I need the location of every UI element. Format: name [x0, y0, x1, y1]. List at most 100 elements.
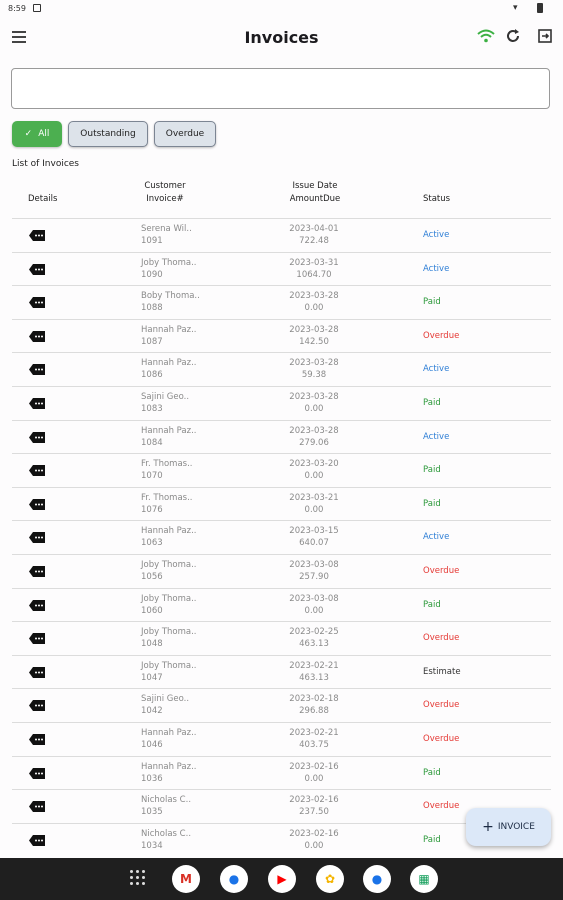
customer-name: Hannah Paz.. [141, 358, 197, 369]
header-customer-label: Customer [144, 181, 186, 191]
add-invoice-button[interactable]: + INVOICE [466, 808, 551, 846]
table-row[interactable]: Serena Wil.. 1091 2023-04-01 722.48 Active [12, 218, 551, 252]
details-icon[interactable] [29, 532, 45, 544]
header-status: Status [423, 194, 451, 204]
table-row[interactable]: Joby Thoma.. 1090 2023-03-31 1064.70 Active [12, 251, 551, 286]
invoice-number: 1086 [141, 370, 163, 381]
customer-name: Hannah Paz.. [141, 727, 197, 738]
customer-name: Sajini Geo.. [141, 694, 190, 705]
table-row[interactable]: Hannah Paz.. 1036 2023-02-16 0.00 Paid [12, 755, 551, 790]
youtube-icon[interactable]: ▶ [268, 865, 296, 893]
header-invoice-label: Invoice# [146, 194, 184, 204]
logout-icon[interactable] [537, 28, 553, 44]
app-drawer-icon[interactable] [130, 870, 146, 886]
details-icon[interactable] [29, 263, 45, 275]
details-icon[interactable] [29, 465, 45, 477]
customer-name: Hannah Paz.. [141, 324, 197, 335]
table-row[interactable]: Hannah Paz.. 1087 2023-03-28 142.50 Overdue [12, 318, 551, 353]
customer-name: Joby Thoma.. [141, 627, 197, 638]
photos-icon[interactable]: ✿ [316, 865, 344, 893]
header-customer: Customer Invoice# [140, 180, 190, 206]
details-icon[interactable] [29, 666, 45, 678]
header-amount-due-label: AmountDue [289, 194, 341, 204]
details-icon[interactable] [29, 834, 45, 846]
status-label: Active [423, 364, 450, 375]
customer-name: Joby Thoma.. [141, 257, 197, 268]
issue-date: 2023-03-28 [289, 324, 339, 335]
table-row[interactable]: Joby Thoma.. 1060 2023-03-08 0.00 Paid [12, 587, 551, 622]
details-icon[interactable] [29, 801, 45, 813]
issue-date: 2023-04-01 [289, 224, 339, 234]
table-row[interactable]: Hannah Paz.. 1046 2023-02-21 403.75 Overdue [12, 721, 551, 756]
filter-chip-all[interactable]: ✓ All [12, 121, 62, 147]
table-row[interactable]: Joby Thoma.. 1048 2023-02-25 463.13 Overdue [12, 621, 551, 655]
customer-name: Serena Wil.. [141, 224, 192, 234]
amount-due: 1064.70 [296, 269, 332, 280]
customer-name: Sajini Geo.. [141, 391, 190, 402]
table-row[interactable]: Sajini Geo.. 1083 2023-03-28 0.00 Paid [12, 385, 551, 420]
system-nav-bar: M ● ▶ ✿ ● ▦ [0, 858, 563, 900]
issue-date: 2023-02-25 [289, 627, 339, 638]
invoice-number: 1083 [141, 403, 163, 414]
status-label: Paid [423, 767, 441, 778]
filter-chip-outstanding[interactable]: Outstanding [68, 121, 148, 147]
details-icon[interactable] [29, 230, 45, 241]
table-row[interactable]: Hannah Paz.. 1084 2023-03-28 279.06 Active [12, 419, 551, 454]
search-input[interactable] [11, 68, 550, 109]
details-icon[interactable] [29, 633, 45, 645]
details-icon[interactable] [29, 364, 45, 376]
details-icon[interactable] [29, 297, 45, 309]
table-row[interactable]: Sajini Geo.. 1042 2023-02-18 296.88 Overdue [12, 688, 551, 722]
status-label: Paid [423, 599, 441, 610]
status-label: Overdue [423, 330, 460, 341]
table-row[interactable]: Joby Thoma.. 1047 2023-02-21 463.13 Estimate [12, 654, 551, 689]
details-icon[interactable] [29, 599, 45, 611]
details-icon[interactable] [29, 733, 45, 745]
table-row[interactable]: Fr. Thomas.. 1070 2023-03-20 0.00 Paid [12, 453, 551, 487]
details-icon[interactable] [29, 431, 45, 443]
refresh-icon[interactable] [505, 28, 521, 44]
details-icon[interactable] [29, 498, 45, 510]
check-icon: ✓ [24, 129, 33, 139]
status-label: Paid [423, 297, 441, 308]
issue-date: 2023-02-16 [289, 828, 339, 839]
table-row[interactable]: Fr. Thomas.. 1076 2023-03-21 0.00 Paid [12, 486, 551, 521]
issue-date: 2023-02-18 [289, 694, 339, 705]
chrome-icon[interactable]: ● [220, 865, 248, 893]
issue-date: 2023-03-21 [289, 492, 339, 503]
issue-date: 2023-03-15 [289, 526, 339, 537]
issue-date: 2023-02-21 [289, 727, 339, 738]
filter-chip-outstanding-label: Outstanding [80, 129, 136, 139]
messages-icon[interactable]: ● [363, 865, 391, 893]
invoice-number: 1088 [141, 303, 163, 314]
table-row[interactable]: Hannah Paz.. 1086 2023-03-28 59.38 Active [12, 352, 551, 386]
details-icon[interactable] [29, 397, 45, 409]
table-row[interactable]: Boby Thoma.. 1088 2023-03-28 0.00 Paid [12, 285, 551, 319]
status-label: Active [423, 230, 450, 240]
details-icon[interactable] [29, 330, 45, 342]
app-bar: Invoices [0, 20, 563, 56]
status-label: Active [423, 263, 450, 274]
customer-name: Joby Thoma.. [141, 593, 197, 604]
table-row[interactable]: Hannah Paz.. 1063 2023-03-15 640.07 Active [12, 520, 551, 554]
list-title: List of Invoices [12, 159, 79, 169]
gmail-icon[interactable]: M [172, 865, 200, 893]
table-row[interactable]: Joby Thoma.. 1056 2023-03-08 257.90 Overdue [12, 553, 551, 588]
issue-date: 2023-03-28 [289, 425, 339, 436]
issue-date: 2023-03-28 [289, 391, 339, 402]
issue-date: 2023-02-16 [289, 795, 339, 806]
details-icon[interactable] [29, 767, 45, 779]
amount-due: 463.13 [299, 639, 329, 650]
header-details: Details [28, 194, 58, 204]
filter-chip-overdue[interactable]: Overdue [154, 121, 216, 147]
amount-due: 463.13 [299, 672, 329, 683]
amount-due: 0.00 [304, 773, 324, 784]
header-issue-date-label: Issue Date [292, 181, 338, 191]
sheets-icon[interactable]: ▦ [410, 865, 438, 893]
customer-name: Fr. Thomas.. [141, 492, 193, 503]
filter-chip-all-label: All [38, 129, 50, 139]
details-icon[interactable] [29, 565, 45, 577]
filter-chip-overdue-label: Overdue [165, 129, 205, 139]
details-icon[interactable] [29, 700, 45, 712]
customer-name: Hannah Paz.. [141, 425, 197, 436]
